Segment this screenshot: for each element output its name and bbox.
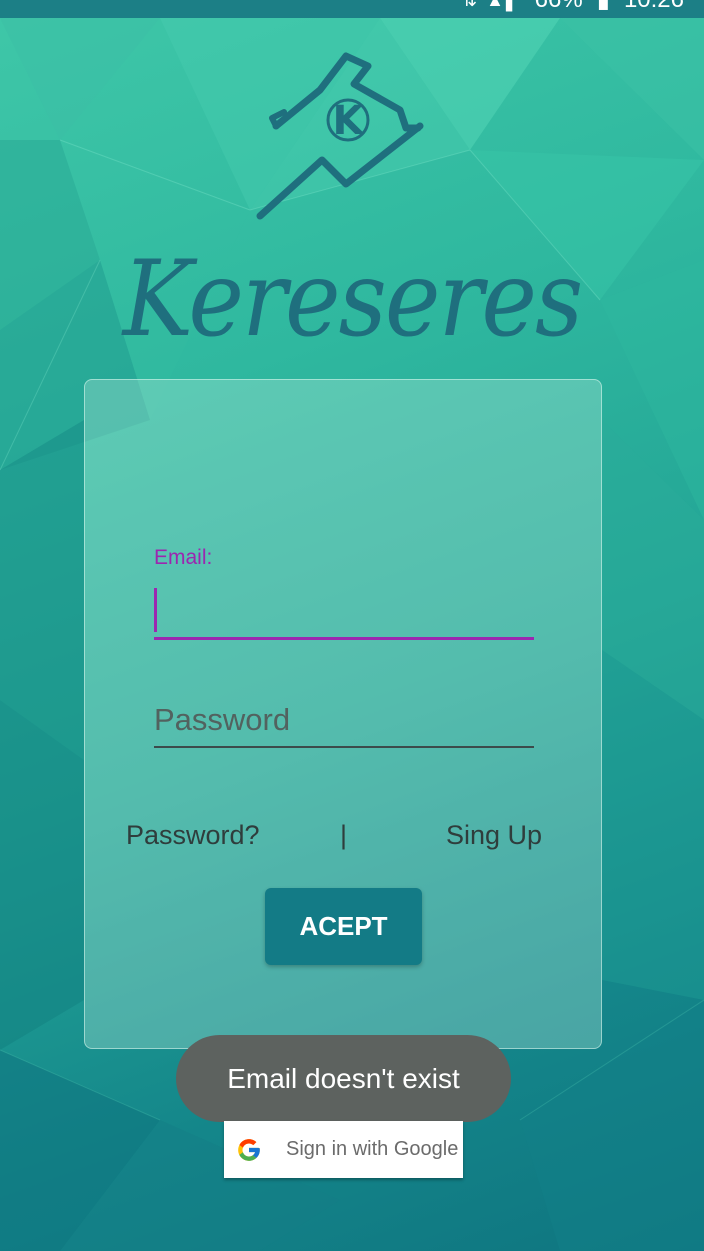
app-title: Kereseres: [122, 238, 584, 361]
accept-button[interactable]: ACEPT: [265, 888, 422, 965]
clock: 10:26: [624, 0, 684, 12]
forgot-password-link[interactable]: Password?: [126, 820, 260, 851]
google-sign-in-button[interactable]: Sign in with Google: [224, 1121, 463, 1178]
house-logo-icon: K: [256, 52, 424, 220]
email-field[interactable]: [154, 584, 534, 640]
battery-icon: ▮: [597, 0, 610, 12]
email-label: Email:: [154, 546, 213, 569]
password-placeholder: Password: [154, 702, 291, 737]
sign-up-link[interactable]: Sing Up: [446, 820, 542, 851]
battery-level: 66%: [535, 0, 583, 12]
error-toast: Email doesn't exist: [176, 1035, 511, 1122]
link-divider: |: [340, 820, 348, 850]
google-g-icon: [238, 1138, 260, 1161]
app-logo: K: [250, 48, 440, 228]
password-field[interactable]: Password: [154, 698, 534, 748]
text-cursor: [154, 588, 157, 632]
status-bar: ⇅ ▲▌ 66% ▮ 10:26: [0, 0, 704, 18]
google-sign-in-label: Sign in with Google: [286, 1138, 459, 1160]
svg-text:K: K: [333, 98, 366, 144]
login-screen: ⇅ ▲▌ 66% ▮ 10:26 K Kereseres Email: Pass…: [0, 0, 704, 1251]
signal-icon: ⇅ ▲▌: [462, 0, 521, 10]
